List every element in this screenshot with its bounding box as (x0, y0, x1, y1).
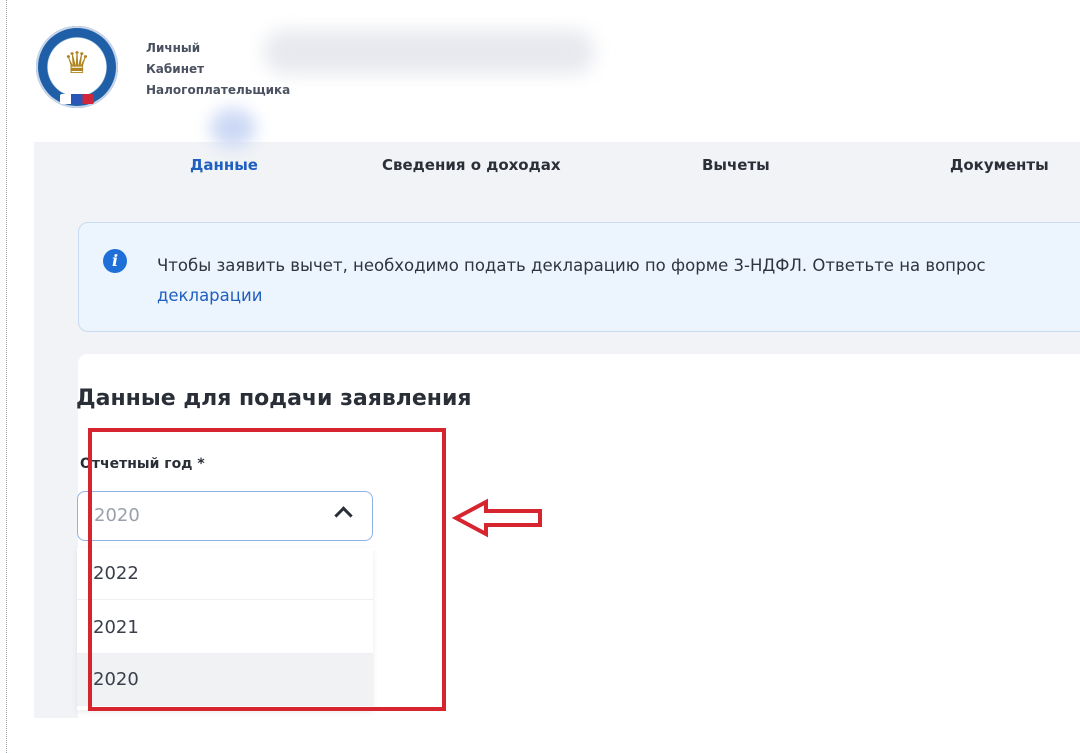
form-title: Данные для подачи заявления (76, 386, 472, 411)
tab-documents[interactable]: Документы (950, 156, 1049, 174)
page-border (6, 0, 7, 753)
main-tabs: Данные Сведения о доходах Вычеты Докумен… (34, 144, 1080, 188)
info-text: Чтобы заявить вычет, необходимо подать д… (157, 251, 1080, 311)
tab-income[interactable]: Сведения о доходах (382, 156, 561, 174)
info-banner: i Чтобы заявить вычет, необходимо подать… (78, 222, 1080, 332)
eagle-emblem-icon: ♛ (63, 46, 91, 81)
red-highlight-frame (88, 428, 446, 711)
flag-ribbon-icon (60, 94, 94, 104)
tab-data[interactable]: Данные (190, 156, 258, 174)
blurred-user-name (264, 30, 594, 74)
red-arrow-left-icon (452, 498, 542, 538)
info-icon: i (103, 249, 127, 273)
tab-indicator-blur (210, 108, 256, 148)
brand-line-3: Налогоплательщика (146, 83, 291, 97)
declaration-link[interactable]: декларации (157, 281, 1080, 311)
header: ♛ Личный Кабинет Налогоплательщика (34, 0, 1080, 142)
tab-deductions[interactable]: Вычеты (702, 156, 770, 174)
info-message: Чтобы заявить вычет, необходимо подать д… (157, 256, 986, 275)
fns-logo: ♛ (36, 26, 118, 108)
